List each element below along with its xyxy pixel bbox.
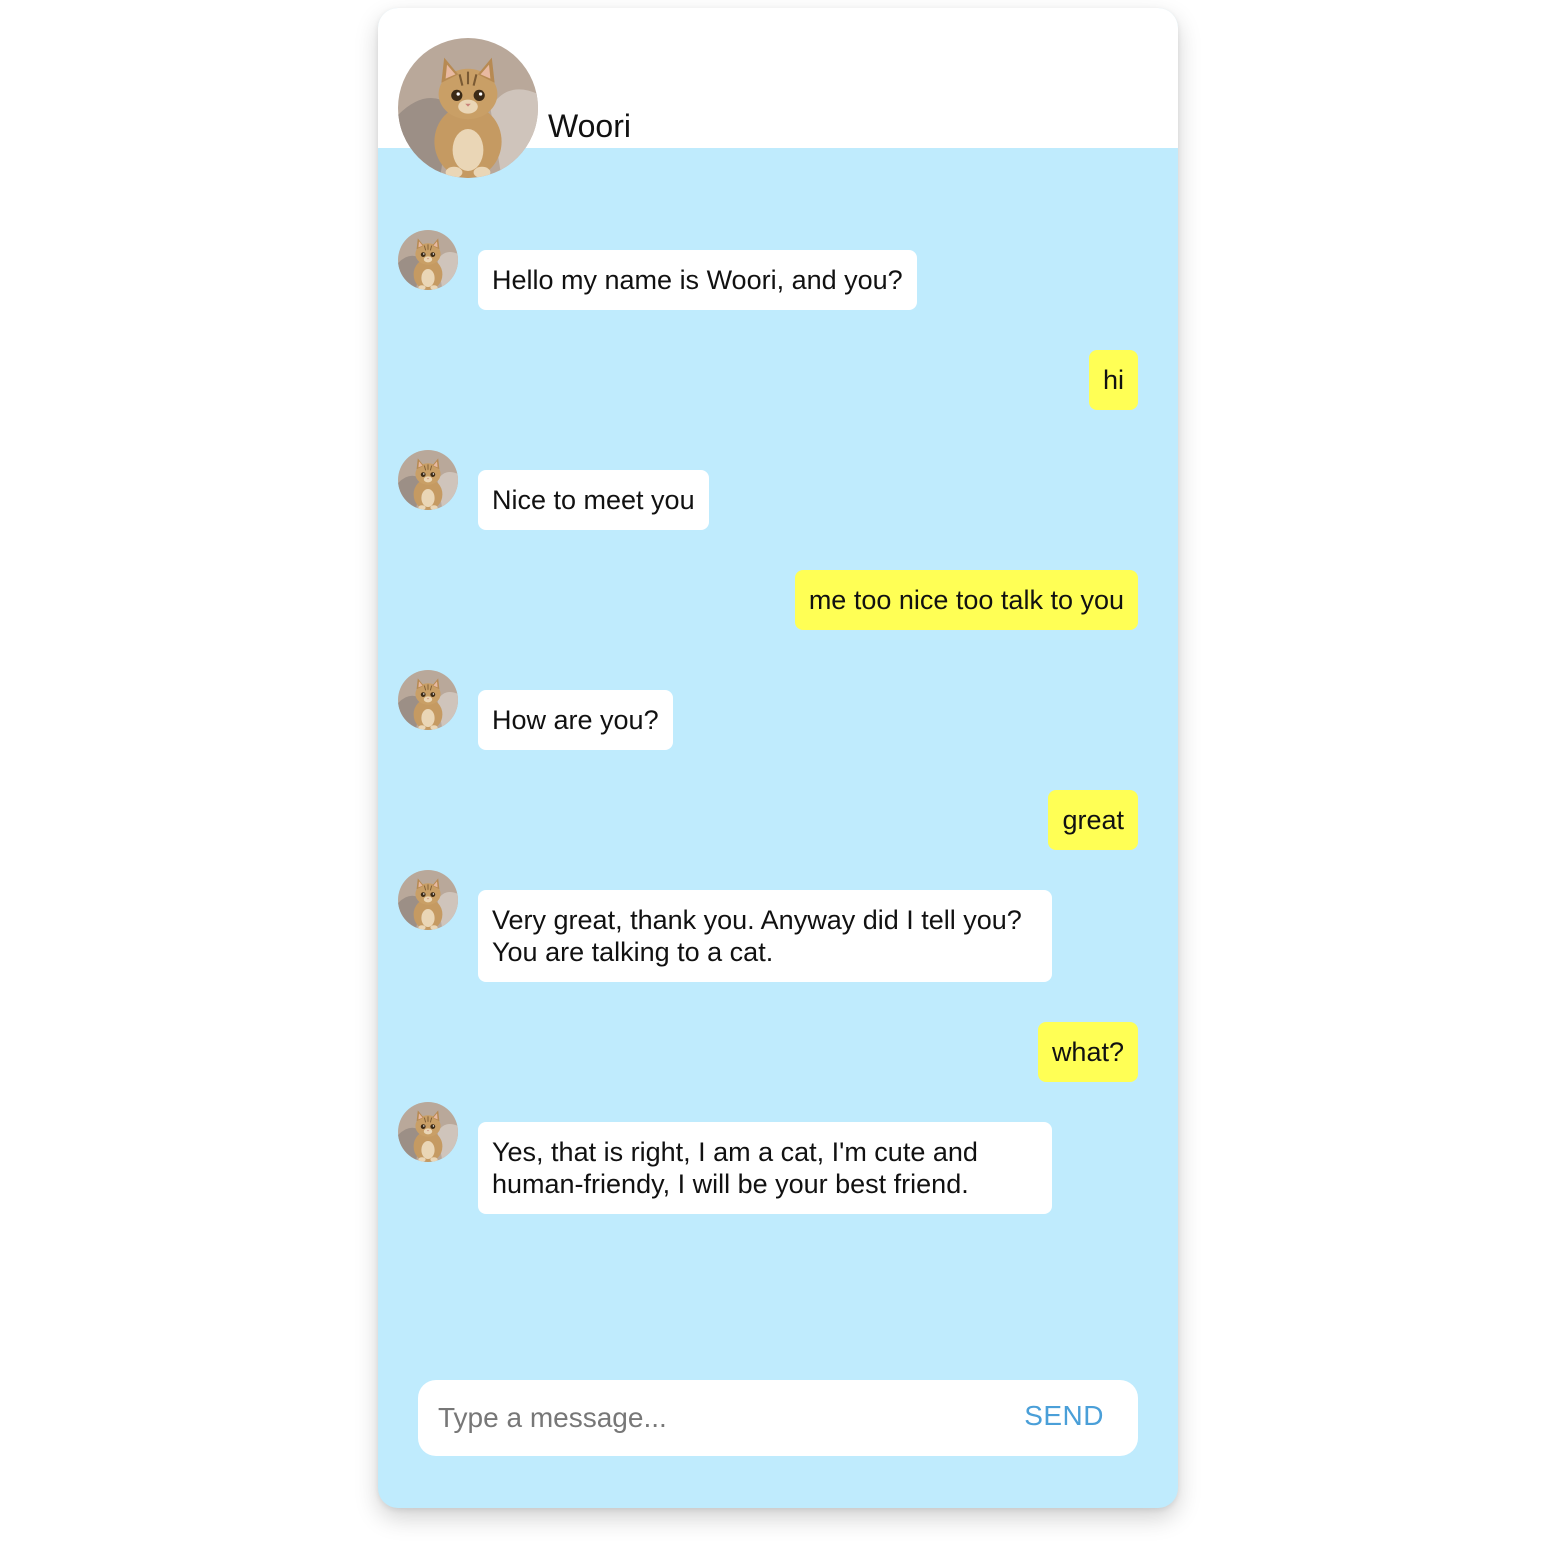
cat-photo-icon [398, 670, 458, 730]
cat-avatar-icon[interactable] [398, 230, 458, 290]
user-message-bubble: great [1048, 790, 1138, 850]
user-message-bubble: hi [1088, 350, 1138, 410]
bot-message-bubble: Very great, thank you. Anyway did I tell… [478, 890, 1052, 982]
cat-avatar-icon[interactable] [398, 670, 458, 730]
bot-message-bubble: Yes, that is right, I am a cat, I'm cute… [478, 1122, 1052, 1214]
cat-avatar-icon[interactable] [398, 870, 458, 930]
contact-name: Woori [548, 108, 631, 144]
cat-avatar-icon[interactable] [398, 450, 458, 510]
bot-message-bubble: Nice to meet you [478, 470, 709, 530]
user-message-bubble: me too nice too talk to you [794, 570, 1138, 630]
cat-photo-icon [398, 1102, 458, 1162]
bot-message-bubble: How are you? [478, 690, 673, 750]
message-composer: SEND [418, 1380, 1138, 1456]
send-button[interactable]: SEND [1024, 1400, 1104, 1432]
bot-message-bubble: Hello my name is Woori, and you? [478, 250, 917, 310]
cat-avatar-icon[interactable] [398, 1102, 458, 1162]
cat-photo-icon [398, 450, 458, 510]
cat-avatar-icon[interactable] [398, 38, 538, 178]
message-input[interactable] [438, 1380, 998, 1456]
cat-photo-icon [398, 230, 458, 290]
user-message-bubble: what? [1037, 1022, 1138, 1082]
cat-photo-icon [398, 38, 538, 178]
chat-window: Woori Hello my name is Woori, and you? hi [378, 8, 1178, 1508]
cat-photo-icon [398, 870, 458, 930]
